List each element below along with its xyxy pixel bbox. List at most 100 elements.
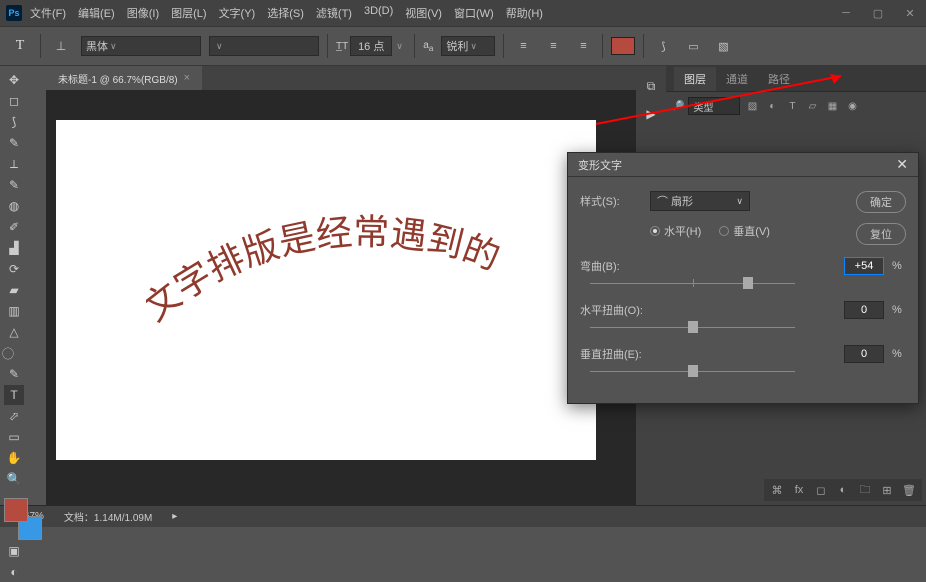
shape-tool[interactable]: ▭ [4,427,24,447]
filter-image-icon[interactable]: ▧ [744,98,760,114]
foreground-color[interactable] [4,498,28,522]
pen-tool[interactable]: ✎ [4,364,24,384]
close-button[interactable]: ✕ [894,0,926,26]
filter-type-icon[interactable]: T [784,98,800,114]
antialias-select[interactable]: 锐利∨ [441,36,495,56]
menu-help[interactable]: 帮助(H) [506,5,543,21]
horizontal-radio[interactable]: 水平(H) [650,223,701,239]
brush-tool[interactable]: ✐ [4,217,24,237]
quick-mask-icon[interactable]: ◐ [4,562,24,582]
reset-button[interactable]: 复位 [856,223,906,245]
kind-filter[interactable]: 类型 [688,97,740,115]
bend-label: 弯曲(B): [580,258,665,274]
align-left-icon[interactable]: ≡ [512,36,534,56]
move-tool[interactable]: ✥ [4,70,24,90]
hdistort-input[interactable]: 0 [844,301,884,319]
panel-tabs: 图层 通道 路径 [666,66,926,92]
eyedropper-tool[interactable]: ✎ [4,175,24,195]
3d-button[interactable]: ▧ [712,36,734,56]
search-icon: 🔎 [672,101,684,112]
vdistort-label: 垂直扭曲(E): [580,346,665,362]
fx-icon[interactable]: fx [790,481,808,499]
tab-close-icon[interactable]: × [184,72,190,84]
menu-3d[interactable]: 3D(D) [364,5,393,21]
vdistort-slider[interactable] [590,369,795,373]
filter-smart-icon[interactable]: ▦ [824,98,840,114]
group-icon[interactable]: 🗀 [856,481,874,499]
eraser-tool[interactable]: ▰ [4,280,24,300]
menu-layer[interactable]: 图层(L) [171,5,206,21]
filter-shape-icon[interactable]: ▱ [804,98,820,114]
menu-edit[interactable]: 编辑(E) [78,5,115,21]
vdistort-input[interactable]: 0 [844,345,884,363]
clone-stamp-tool[interactable]: ▟ [4,238,24,258]
tab-layers[interactable]: 图层 [674,67,716,91]
menu-filter[interactable]: 滤镜(T) [316,5,352,21]
filter-toggle-icon[interactable]: ◉ [844,98,860,114]
lasso-tool[interactable]: ⟆ [4,112,24,132]
crop-tool[interactable]: ⟂ [4,154,24,174]
dialog-title: 变形文字 [578,157,622,173]
hdistort-slider[interactable] [590,325,795,329]
screen-mode-icon[interactable]: ▣ [4,541,24,561]
new-layer-icon[interactable]: ⊞ [878,481,896,499]
menu-window[interactable]: 窗口(W) [454,5,494,21]
app-logo: Ps [6,5,22,21]
hand-tool[interactable]: ✋ [4,448,24,468]
minimize-button[interactable]: ─ [830,0,862,26]
play-icon[interactable]: ▶ [641,104,661,124]
warp-style-select[interactable]: ⌒ 扇形 [650,191,750,211]
hdistort-label: 水平扭曲(O): [580,302,665,318]
warp-text-button[interactable]: ⟆ [652,36,674,56]
font-family-select[interactable]: 黑体∨ [81,36,201,56]
bend-input[interactable]: +54 [844,257,884,275]
menu-file[interactable]: 文件(F) [30,5,66,21]
zoom-tool[interactable]: 🔍 [4,469,24,489]
canvas[interactable]: 文字排版是经常遇到的 [56,120,596,460]
quick-select-tool[interactable]: ✎ [4,133,24,153]
tab-channels[interactable]: 通道 [716,67,758,91]
trash-icon[interactable]: 🗑 [900,481,918,499]
menu-image[interactable]: 图像(I) [127,5,159,21]
char-panel-button[interactable]: ▭ [682,36,704,56]
document-tab[interactable]: 未标题-1 @ 66.7%(RGB/8) × [46,66,202,90]
orientation-icon[interactable]: ⊥ [49,34,73,58]
ok-button[interactable]: 确定 [856,191,906,213]
menu-type[interactable]: 文字(Y) [219,5,256,21]
status-chevron-icon[interactable]: ▸ [172,511,177,522]
spot-heal-tool[interactable]: ◍ [4,196,24,216]
tool-preset-icon[interactable]: T [8,34,32,58]
mask-icon[interactable]: ◻ [812,481,830,499]
blur-tool[interactable]: △ [4,322,24,342]
tab-label: 未标题-1 @ 66.7%(RGB/8) [58,71,178,86]
toolbox: ✥ ◻ ⟆ ✎ ⟂ ✎ ◍ ✐ ▟ ⟳ ▰ ▥ △ ⃝ ✎ T ⬀ ▭ ✋ 🔍 … [0,66,46,505]
filter-adjust-icon[interactable]: ◐ [764,98,780,114]
menu-select[interactable]: 选择(S) [267,5,304,21]
svg-text:文字排版是经常遇到的: 文字排版是经常遇到的 [146,211,505,329]
dialog-close-icon[interactable]: ✕ [896,156,908,173]
gradient-tool[interactable]: ▥ [4,301,24,321]
vertical-radio[interactable]: 垂直(V) [719,223,770,239]
doc-size[interactable]: 文档：1.14M/1.09M [64,509,152,524]
text-color-swatch[interactable] [611,37,635,55]
marquee-tool[interactable]: ◻ [4,91,24,111]
bend-slider[interactable] [590,281,795,285]
tab-paths[interactable]: 路径 [758,67,800,91]
menubar: 文件(F) 编辑(E) 图像(I) 图层(L) 文字(Y) 选择(S) 滤镜(T… [30,5,830,21]
history-brush-tool[interactable]: ⟳ [4,259,24,279]
menu-view[interactable]: 视图(V) [405,5,442,21]
window-controls: ─ ▢ ✕ [830,0,926,26]
font-size-input[interactable]: 16 点 [350,36,392,56]
history-panel-icon[interactable]: ⧉ [641,76,661,96]
dodge-tool[interactable]: ⃝ [4,343,24,363]
type-tool[interactable]: T [4,385,24,405]
maximize-button[interactable]: ▢ [862,0,894,26]
color-swatches[interactable] [4,498,42,540]
adjustment-icon[interactable]: ◐ [834,481,852,499]
link-layers-icon[interactable]: ⌘ [768,481,786,499]
font-style-select[interactable]: ∨ [209,36,319,56]
warped-text[interactable]: 文字排版是经常遇到的 [146,148,586,348]
align-center-icon[interactable]: ≡ [542,36,564,56]
path-select-tool[interactable]: ⬀ [4,406,24,426]
align-right-icon[interactable]: ≡ [572,36,594,56]
